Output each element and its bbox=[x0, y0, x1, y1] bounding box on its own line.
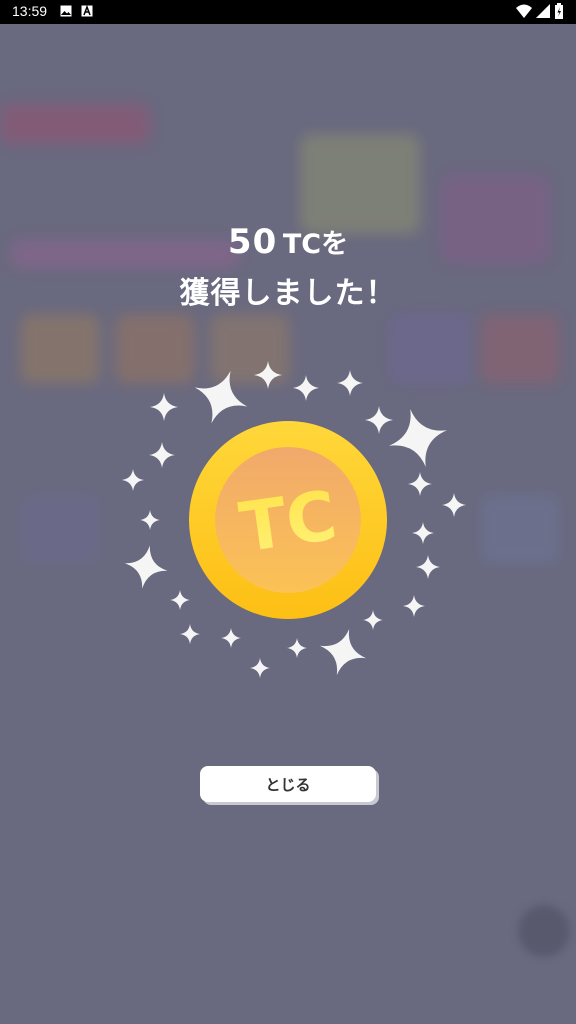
background-fab-shadow bbox=[518, 905, 570, 957]
close-button[interactable]: とじる bbox=[200, 766, 376, 802]
coin-label: TC bbox=[235, 477, 341, 569]
tc-coin-icon: TC bbox=[189, 421, 387, 619]
